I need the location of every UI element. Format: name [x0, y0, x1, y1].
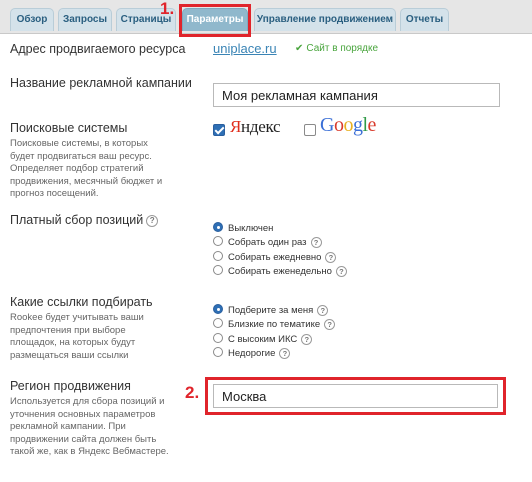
- resource-link[interactable]: uniplace.ru: [213, 41, 277, 56]
- help-icon[interactable]: ?: [310, 236, 322, 248]
- tab-promotion-management[interactable]: Управление продвижением: [254, 8, 396, 31]
- links-option-high-iks[interactable]: С высоким ИКС?: [213, 333, 313, 347]
- links-description: Rookee будет учитывать ваши предпочтения…: [10, 312, 144, 361]
- radio-button[interactable]: [213, 304, 223, 315]
- resource-label: Адрес продвигаемого ресурса: [10, 42, 186, 56]
- google-logo: Google: [320, 114, 376, 136]
- radio-button[interactable]: [213, 265, 223, 276]
- resource-status: ✔ Сайт в порядке: [295, 43, 378, 54]
- resource-status-text: Сайт в порядке: [306, 43, 379, 54]
- campaign-name-input[interactable]: [213, 83, 500, 107]
- help-icon[interactable]: ?: [146, 214, 159, 227]
- step-marker-2: 2.: [185, 383, 200, 402]
- tab-parameters[interactable]: Параметры: [182, 8, 248, 31]
- links-option-cheap[interactable]: Недорогие?: [213, 347, 291, 361]
- tab-bar-divider: [0, 33, 532, 34]
- help-icon[interactable]: ?: [325, 251, 337, 263]
- paid-positions-option-once[interactable]: Собрать один раз?: [213, 236, 322, 250]
- help-icon[interactable]: ?: [317, 304, 329, 316]
- region-input[interactable]: [213, 384, 498, 408]
- region-label: Регион продвижения: [10, 379, 131, 393]
- google-checkbox[interactable]: [304, 124, 316, 136]
- radio-button[interactable]: [213, 251, 223, 262]
- help-icon[interactable]: ?: [301, 333, 313, 345]
- radio-button[interactable]: [213, 333, 223, 344]
- option-label: Недорогие: [228, 348, 276, 359]
- radio-button[interactable]: [213, 347, 223, 358]
- search-engines-description: Поисковые системы, в которых будет продв…: [10, 138, 163, 199]
- option-label: Выключен: [228, 223, 274, 234]
- campaign-label: Название рекламной кампании: [10, 76, 192, 90]
- paid-positions-label: Платный сбор позиций?: [10, 213, 159, 228]
- option-label: Собирать еженедельно: [228, 266, 332, 277]
- tab-queries[interactable]: Запросы: [58, 8, 112, 31]
- tab-reports[interactable]: Отчеты: [400, 8, 449, 31]
- option-label: Близкие по тематике: [228, 319, 321, 330]
- tab-bar: Обзор Запросы Страницы Параметры Управле…: [0, 0, 532, 34]
- help-icon[interactable]: ?: [324, 318, 336, 330]
- option-label: Подберите за меня: [228, 305, 314, 316]
- links-label: Какие ссылки подбирать: [10, 295, 153, 309]
- yandex-checkbox[interactable]: [213, 124, 225, 136]
- option-label: Собирать ежедневно: [228, 252, 322, 263]
- search-engines-label: Поисковые системы: [10, 121, 128, 135]
- links-option-auto[interactable]: Подберите за меня?: [213, 304, 329, 318]
- help-icon[interactable]: ?: [279, 347, 291, 359]
- check-icon: ✔: [295, 43, 304, 54]
- step-marker-1: 1.: [160, 0, 175, 18]
- links-option-topical[interactable]: Близкие по тематике?: [213, 318, 336, 332]
- help-icon[interactable]: ?: [335, 265, 347, 277]
- option-label: С высоким ИКС: [228, 334, 298, 345]
- radio-button[interactable]: [213, 236, 223, 247]
- paid-positions-label-text: Платный сбор позиций: [10, 213, 144, 227]
- region-description: Используется для сбора позиций и уточнен…: [10, 396, 169, 457]
- tab-overview[interactable]: Обзор: [10, 8, 54, 31]
- radio-button[interactable]: [213, 222, 223, 233]
- option-label: Собрать один раз: [228, 237, 307, 248]
- paid-positions-option-daily[interactable]: Собирать ежедневно?: [213, 251, 337, 265]
- paid-positions-option-off[interactable]: Выключен: [213, 222, 273, 236]
- radio-button[interactable]: [213, 318, 223, 329]
- paid-positions-option-weekly[interactable]: Собирать еженедельно?: [213, 265, 347, 279]
- yandex-logo: Яндекс: [230, 117, 281, 136]
